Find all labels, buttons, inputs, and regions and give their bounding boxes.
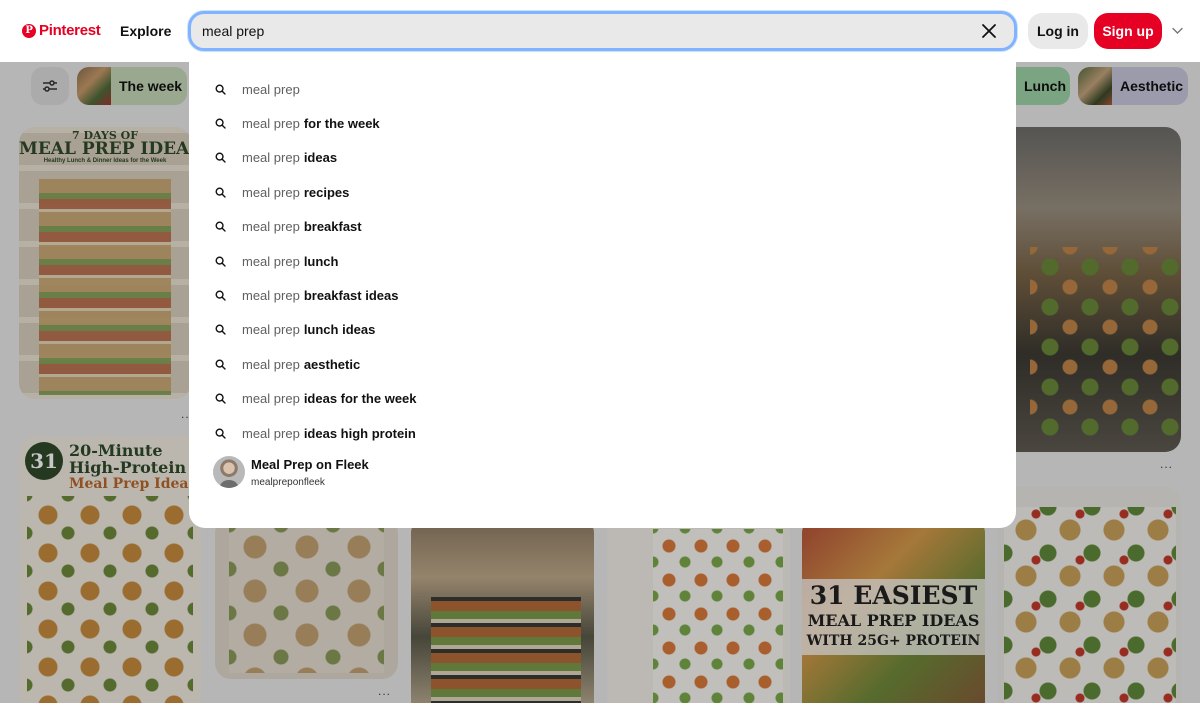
search-icon <box>215 428 226 439</box>
explore-link[interactable]: Explore <box>120 23 171 39</box>
search-suggestions-dropdown: meal prep meal prep for the week meal prep i… <box>189 52 1016 528</box>
account-suggestion[interactable]: Meal Prep on Fleek mealpreponfleek <box>213 456 369 488</box>
suggestion-query: meal prep <box>242 253 300 269</box>
signup-button[interactable]: Sign up <box>1094 13 1162 49</box>
account-handle: mealpreponfleek <box>251 476 325 488</box>
search-icon <box>215 118 226 129</box>
suggestion-completion: ideas high protein <box>303 425 416 441</box>
account-name: Meal Prep on Fleek <box>251 456 369 472</box>
close-icon[interactable] <box>980 22 998 40</box>
suggestion-item[interactable]: meal prep for the week <box>189 106 1016 140</box>
suggestion-completion: ideas for the week <box>303 391 417 407</box>
suggestion-item[interactable]: meal prep breakfast <box>189 210 1016 244</box>
pinterest-logo[interactable]: P Pinterest <box>22 22 101 39</box>
suggestion-query: meal prep <box>242 219 300 235</box>
search-icon <box>215 290 226 301</box>
suggestion-item[interactable]: meal prep lunch <box>189 244 1016 278</box>
chevron-down-icon[interactable] <box>1171 24 1184 37</box>
search-input[interactable] <box>202 17 942 45</box>
suggestion-item[interactable]: meal prep lunch ideas <box>189 313 1016 347</box>
suggestion-query: meal prep <box>242 425 300 441</box>
search-icon <box>215 187 226 198</box>
suggestion-item[interactable]: meal prep aesthetic <box>189 347 1016 381</box>
suggestion-completion: breakfast ideas <box>303 288 399 304</box>
suggestion-completion: lunch ideas <box>303 322 376 338</box>
search-icon <box>215 84 226 95</box>
suggestion-query: meal prep <box>242 322 300 338</box>
logo-text: Pinterest <box>39 22 101 39</box>
suggestion-completion: breakfast <box>303 219 362 235</box>
pinterest-logo-icon: P <box>22 23 36 38</box>
search-icon <box>215 152 226 164</box>
suggestion-query: meal prep <box>242 150 300 166</box>
suggestion-query: meal prep <box>242 288 300 304</box>
suggestion-query: meal prep <box>242 391 300 407</box>
search-icon <box>215 221 226 232</box>
suggestion-item[interactable]: meal prep ideas for the week <box>189 382 1016 416</box>
search-icon <box>215 359 226 370</box>
suggestion-completion: aesthetic <box>303 356 361 372</box>
login-button[interactable]: Log in <box>1028 13 1088 49</box>
avatar <box>213 456 245 488</box>
suggestion-item[interactable]: meal prep ideas high protein <box>189 416 1016 450</box>
search-icon <box>215 256 226 267</box>
suggestion-item[interactable]: meal prep recipes <box>189 175 1016 209</box>
search-icon <box>215 393 226 404</box>
suggestion-query: meal prep <box>242 356 300 372</box>
suggestion-item[interactable]: meal prep ideas <box>189 141 1016 175</box>
suggestion-query: meal prep <box>242 184 300 200</box>
suggestion-completion: ideas <box>303 150 338 166</box>
suggestion-query: meal prep <box>242 116 300 132</box>
suggestion-completion: lunch <box>303 253 339 269</box>
suggestion-item[interactable]: meal prep <box>189 72 1016 106</box>
suggestion-completion: recipes <box>303 184 350 200</box>
suggestion-list: meal prep meal prep for the week meal prep i… <box>189 72 1016 450</box>
search-icon <box>215 324 226 336</box>
search-bar[interactable] <box>188 11 1017 51</box>
suggestion-completion: for the week <box>303 116 380 132</box>
suggestion-query: meal prep <box>242 81 300 97</box>
suggestion-item[interactable]: meal prep breakfast ideas <box>189 278 1016 312</box>
